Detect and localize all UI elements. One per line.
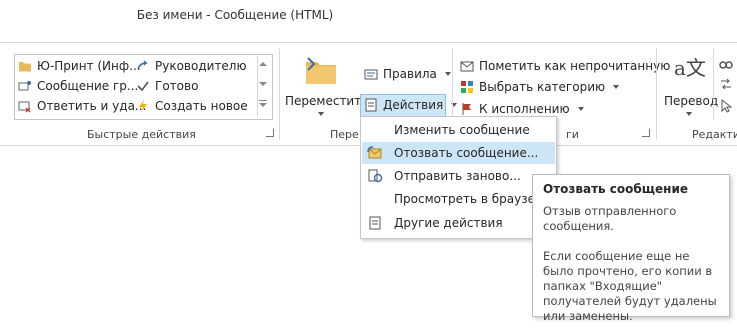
translate-label: Перевод [664,94,719,108]
dialog-launcher-icon[interactable] [266,129,274,137]
quick-step-item[interactable]: Создать новое [136,97,256,115]
actions-label: Действия [383,98,444,112]
resend-icon [368,169,383,183]
select-button[interactable] [719,98,733,116]
checkmark-icon [137,81,149,92]
categorize-dropdown-icon [613,85,620,89]
scroll-up-icon[interactable] [259,62,267,66]
quick-step-label: Готово [155,79,199,93]
find-button[interactable] [719,56,733,73]
actions-button-content[interactable]: Действия [364,95,458,115]
quick-step-label: Руководителю [155,59,247,73]
quick-step-item[interactable]: Готово [136,77,256,95]
group-separator [713,48,714,120]
follow-up-dropdown-icon [577,107,584,111]
menu-item-label: Отправить заново... [394,169,521,183]
categorize-button[interactable]: Выбрать категорию [460,77,620,97]
menu-item-resend-message[interactable]: Отправить заново... [362,165,555,187]
group-separator [452,48,453,116]
actions-menu: Изменить сообщение Отозвать сообщение...… [360,116,557,239]
recall-tooltip: Отозвать сообщение Отзыв отправленного с… [532,174,730,323]
menu-item-recall-message[interactable]: Отозвать сообщение... [362,142,555,164]
gallery-more-arrow-icon [259,103,267,107]
recall-icon [367,146,382,159]
translate-dropdown-icon [686,112,692,116]
dialog-launcher-icon[interactable] [642,129,650,137]
menu-item-label: Просмотреть в браузере [394,192,550,206]
rules-dropdown-icon [444,72,451,76]
lightning-icon [139,100,147,112]
quick-step-item[interactable]: Сообщение гр... [18,77,139,95]
gallery-more-icon[interactable] [259,100,267,101]
group-label-tags: ги [566,128,579,141]
mark-unread-button[interactable]: Пометить как непрочитанную [460,56,670,76]
menu-item-label: Отозвать сообщение... [394,146,539,160]
folder-icon [19,62,31,72]
menu-item-other-actions[interactable]: Другие действия [362,212,555,234]
other-actions-icon [369,216,381,230]
forward-arrow-icon [137,60,148,70]
move-folder-icon [306,57,336,84]
envelope-icon [460,61,474,72]
replace-icon [721,78,731,90]
flag-icon [462,103,471,115]
group-label-move: Пере [330,128,359,141]
quick-step-label: Ю-Принт (Инф... [37,59,141,73]
rules-icon [364,69,378,80]
quick-step-item[interactable]: Руководителю [136,57,256,75]
rules-button[interactable]: Правила [364,64,451,84]
scroll-down-icon[interactable] [259,82,267,86]
move-button[interactable]: Переместить [282,50,368,122]
categorize-label: Выбрать категорию [479,80,606,94]
reply-delete-icon [18,101,31,113]
quick-step-item[interactable]: Ответить и уда... [18,97,146,115]
categories-icon [461,81,473,93]
actions-icon [365,98,377,112]
group-label-editing: Редактир [692,128,737,141]
group-label-quick-steps: Быстрые действия [87,128,196,141]
menu-item-label: Изменить сообщение [394,123,530,137]
menu-item-label: Другие действия [394,216,503,230]
window-title: Без имени - Сообщение (HTML) [136,8,334,22]
quick-step-label: Создать новое [155,99,248,113]
quick-step-label: Ответить и уда... [37,99,147,113]
tooltip-text: Отзыв отправленного сообщения. Если сооб… [543,204,717,323]
group-separator [656,48,657,140]
replace-button[interactable] [719,77,733,94]
mark-unread-label: Пометить как непрочитанную [479,59,671,73]
binoculars-icon [719,61,733,69]
translate-icon: a文 [674,56,706,80]
team-mail-icon [18,81,31,91]
quick-step-item[interactable]: Ю-Принт (Инф... [18,57,141,75]
menu-item-edit-message[interactable]: Изменить сообщение [362,119,555,141]
translate-button[interactable]: a文 Перевод [660,50,718,122]
move-label: Переместить [285,94,369,108]
move-dropdown-icon [318,112,324,116]
tooltip-title: Отозвать сообщение [543,182,689,196]
rules-label: Правила [383,67,437,81]
menu-item-view-in-browser[interactable]: Просмотреть в браузере [362,188,555,210]
cursor-icon [721,98,733,113]
group-separator [279,48,280,140]
follow-up-label: К исполнению [479,102,570,116]
quick-step-label: Сообщение гр... [37,79,139,93]
